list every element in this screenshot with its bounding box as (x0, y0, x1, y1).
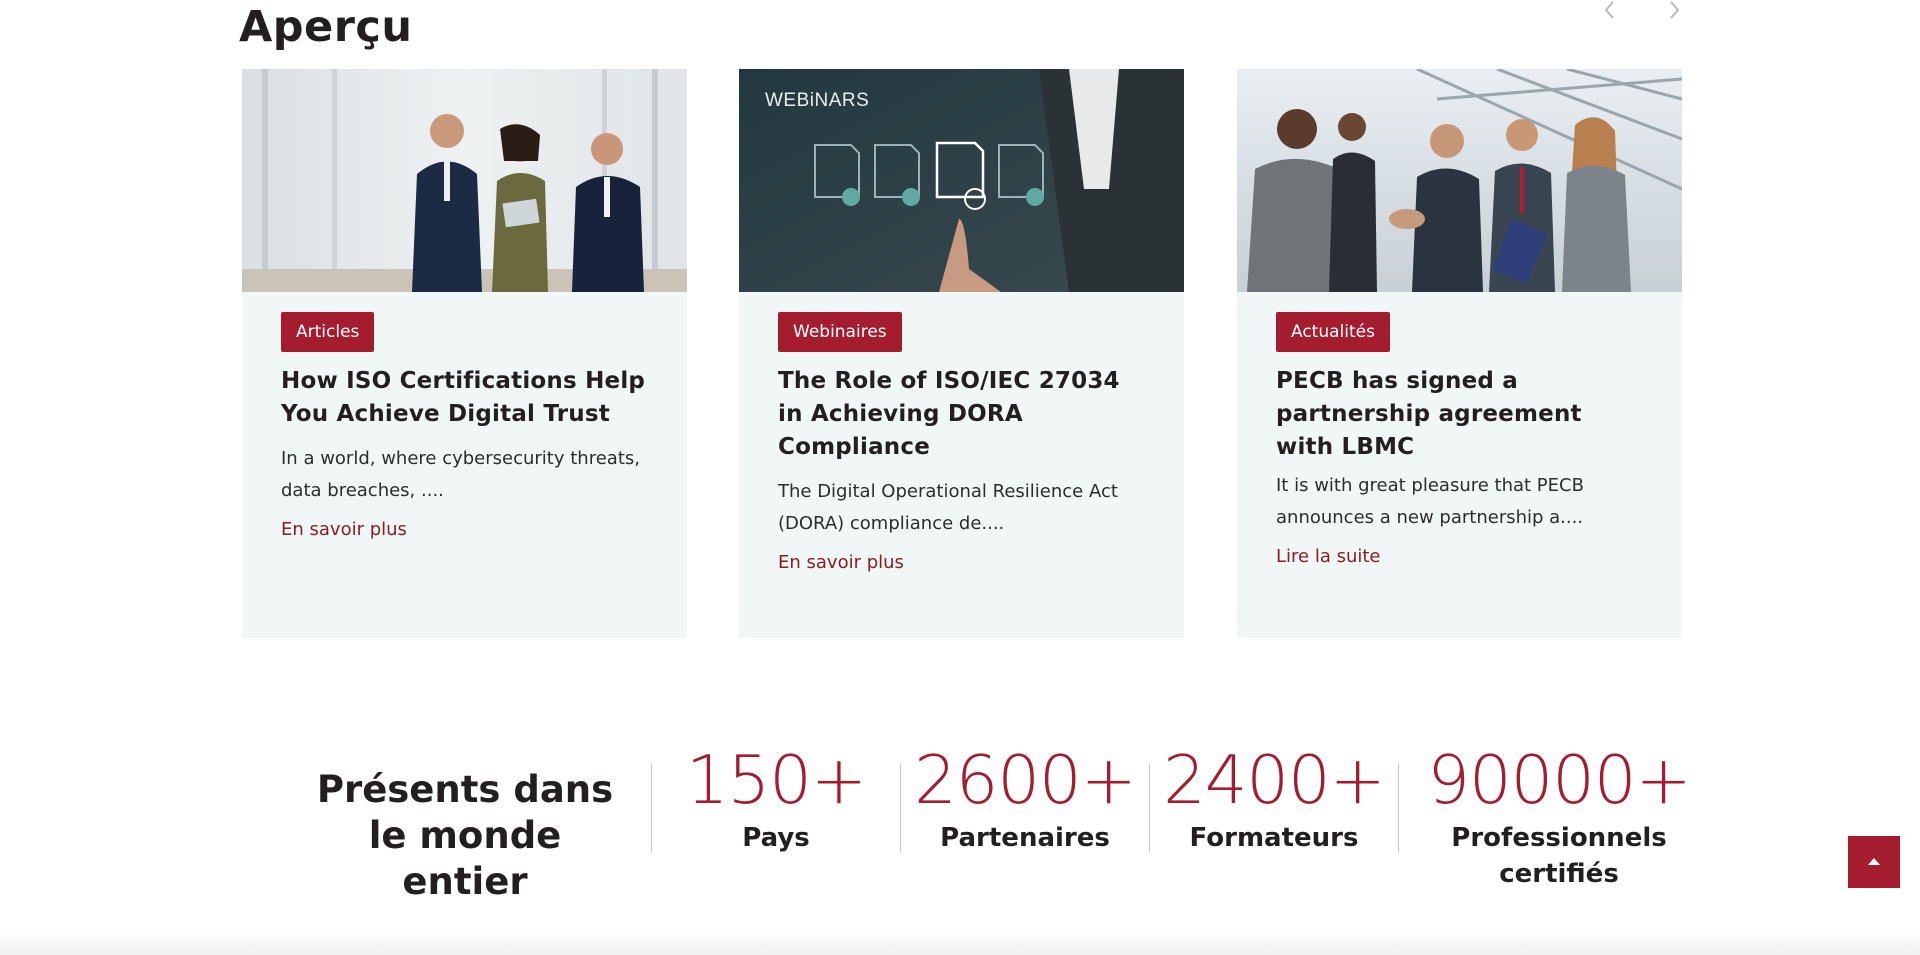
card-image-webinars[interactable]: WEBiNARS (739, 69, 1184, 292)
news-card[interactable]: Articles How ISO Certifications Help You… (242, 69, 687, 638)
stat-partners: 2600+ Partenaires (901, 740, 1149, 856)
global-presence-stats: Présents dans le monde entier 150+ Pays … (0, 740, 1920, 903)
stat-number: 2400+ (1163, 741, 1386, 819)
news-card[interactable]: Actualités PECB has signed a partnership… (1237, 69, 1682, 638)
page-bottom-band (0, 930, 1920, 955)
back-to-top-button[interactable] (1848, 836, 1900, 888)
stat-trainers: 2400+ Formateurs (1150, 740, 1398, 856)
card-excerpt: The Digital Operational Resilience Act (… (778, 481, 1118, 534)
card-image-handshake[interactable] (1237, 69, 1682, 292)
read-more-link[interactable]: Lire la suite (1276, 546, 1381, 567)
card-image-business-team[interactable] (242, 69, 687, 292)
stat-number: 150+ (685, 741, 867, 819)
stat-label: Professionnels certifiés (1451, 823, 1667, 889)
card-title[interactable]: The Role of ISO/IEC 27034 in Achieving D… (778, 365, 1145, 464)
category-tag[interactable]: Webinaires (778, 312, 902, 352)
stat-label: Partenaires (940, 823, 1110, 853)
webinars-image-text: WEBiNARS (765, 90, 870, 111)
card-title[interactable]: How ISO Certifications Help You Achieve … (281, 365, 648, 431)
section-title: Aperçu (239, 2, 413, 52)
stat-certified-professionals: 90000+ Professionnels certifiés (1399, 740, 1719, 892)
category-tag[interactable]: Actualités (1276, 312, 1390, 352)
category-tag[interactable]: Articles (281, 312, 375, 352)
stat-label: Pays (742, 823, 810, 853)
read-more-link[interactable]: En savoir plus (778, 552, 904, 573)
stat-label: Formateurs (1189, 823, 1359, 853)
stat-countries: 150+ Pays (652, 740, 900, 856)
stat-number: 90000+ (1427, 741, 1691, 819)
read-more-link[interactable]: En savoir plus (281, 519, 407, 540)
stats-heading: Présents dans le monde entier (316, 768, 614, 903)
card-excerpt: It is with great pleasure that PECB anno… (1276, 475, 1584, 528)
carousel-prev-button[interactable] (1598, 0, 1622, 20)
card-title[interactable]: PECB has signed a partnership agreement … (1276, 365, 1643, 464)
chevron-right-icon (1670, 1, 1680, 19)
news-card[interactable]: WEBiNARS Webinaires The Role of ISO/IEC … (739, 69, 1184, 638)
card-excerpt: In a world, where cybersecurity threats,… (281, 448, 640, 501)
chevron-up-icon (1868, 858, 1880, 865)
carousel-next-button[interactable] (1662, 0, 1686, 20)
chevron-left-icon (1604, 1, 1614, 19)
stat-number: 2600+ (914, 741, 1137, 819)
